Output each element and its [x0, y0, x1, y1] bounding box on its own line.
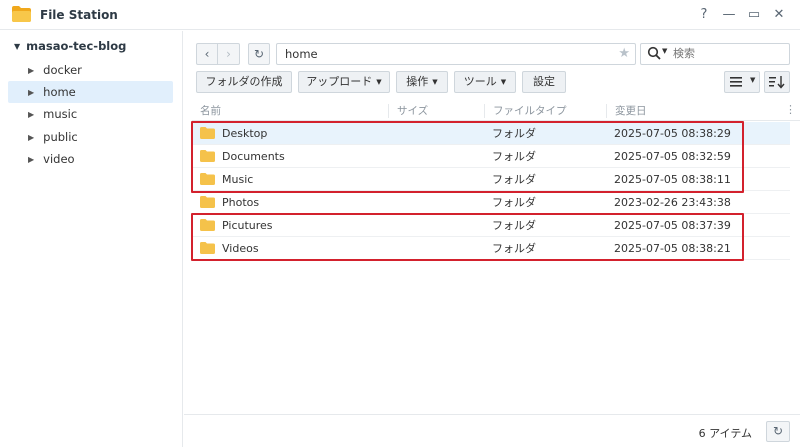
dropdown-arrow-icon: ▼: [500, 78, 507, 86]
sidebar-item-home[interactable]: ▶ home: [8, 81, 173, 103]
search-box[interactable]: ▼: [640, 43, 790, 65]
settings-button[interactable]: 設定: [522, 71, 566, 93]
title-bar: File Station ? — ▭ ✕: [0, 0, 800, 30]
caret-right-icon: ▶: [28, 88, 35, 97]
refresh-button[interactable]: ↻: [248, 43, 270, 65]
sidebar-item-label: home: [43, 85, 76, 99]
caret-right-icon: ▶: [28, 155, 35, 164]
sidebar-item-label: video: [43, 152, 75, 166]
back-button[interactable]: ‹: [196, 43, 218, 65]
forward-button[interactable]: ›: [218, 43, 240, 65]
column-header-modified[interactable]: 変更日: [606, 104, 786, 118]
refresh-list-button[interactable]: ↻: [766, 421, 790, 442]
sidebar-item-docker[interactable]: ▶ docker: [8, 59, 173, 81]
path-bar[interactable]: home ★: [276, 43, 636, 65]
column-header-name[interactable]: 名前: [192, 104, 388, 118]
dropdown-arrow-icon: ▼: [750, 76, 756, 84]
sort-button[interactable]: [764, 71, 790, 93]
tools-button[interactable]: ツール ▼: [454, 71, 516, 93]
sidebar-item-video[interactable]: ▶ video: [8, 148, 173, 170]
action-label: 操作: [406, 75, 429, 88]
path-text: home: [285, 47, 318, 61]
close-button[interactable]: ✕: [770, 6, 788, 24]
sidebar-item-label: docker: [43, 63, 82, 77]
column-header-type[interactable]: ファイルタイプ: [484, 104, 606, 118]
file-station-icon: [12, 6, 31, 22]
tools-label: ツール: [463, 75, 497, 88]
help-button[interactable]: ?: [695, 6, 713, 24]
item-count: 6 アイテム: [698, 427, 752, 440]
tree-root[interactable]: ▼ masao-tec-blog: [14, 39, 126, 53]
action-button[interactable]: 操作 ▼: [396, 71, 448, 93]
create-folder-label: フォルダの作成: [205, 75, 283, 88]
search-icon: [647, 46, 661, 60]
upload-button[interactable]: アップロード ▼: [298, 71, 390, 93]
status-bar: 6 アイテム ↻: [184, 414, 800, 447]
dropdown-arrow-icon: ▼: [376, 78, 382, 86]
window-title: File Station: [40, 8, 118, 22]
sort-icon: [769, 76, 785, 89]
table-row[interactable]: Photos フォルダ 2023-02-26 23:43:38: [192, 191, 790, 214]
folder-icon: [200, 196, 215, 208]
column-options-icon[interactable]: ⋮: [785, 103, 796, 116]
upload-label: アップロード: [306, 75, 373, 88]
main-panel: ‹ › ↻ home ★ ▼ フォルダの作成 アップロード▼ 操作▼ ツール▼ …: [184, 31, 800, 447]
create-folder-button[interactable]: フォルダの作成: [196, 71, 292, 93]
minimize-button[interactable]: —: [720, 6, 738, 24]
sidebar-item-label: music: [43, 107, 78, 121]
search-dropdown-icon[interactable]: ▼: [662, 47, 667, 55]
caret-right-icon: ▶: [28, 66, 35, 75]
search-input[interactable]: [673, 47, 783, 60]
sidebar-item-label: public: [43, 130, 78, 144]
caret-right-icon: ▶: [28, 133, 35, 142]
maximize-button[interactable]: ▭: [745, 6, 763, 24]
sidebar-item-public[interactable]: ▶ public: [8, 126, 173, 148]
list-view-icon: [730, 77, 742, 87]
settings-label: 設定: [533, 75, 555, 88]
caret-right-icon: ▶: [28, 110, 35, 119]
sidebar-item-music[interactable]: ▶ music: [8, 103, 173, 125]
file-type: フォルダ: [492, 196, 536, 209]
highlight-box: [191, 121, 744, 193]
dropdown-arrow-icon: ▼: [432, 78, 438, 86]
file-modified: 2023-02-26 23:43:38: [614, 196, 731, 209]
tree-root-label: masao-tec-blog: [26, 39, 127, 53]
file-name: Photos: [222, 196, 260, 209]
view-mode-button[interactable]: ▼: [724, 71, 760, 93]
column-header-size[interactable]: サイズ: [388, 104, 484, 118]
star-icon[interactable]: ★: [618, 44, 630, 64]
column-header-row: 名前 サイズ ファイルタイプ 変更日 ⋮: [192, 101, 800, 121]
caret-down-icon: ▼: [14, 42, 21, 51]
highlight-box: [191, 213, 744, 261]
sidebar: ▼ masao-tec-blog ▶ docker ▶ home ▶ music ▶ pu…: [0, 31, 183, 447]
